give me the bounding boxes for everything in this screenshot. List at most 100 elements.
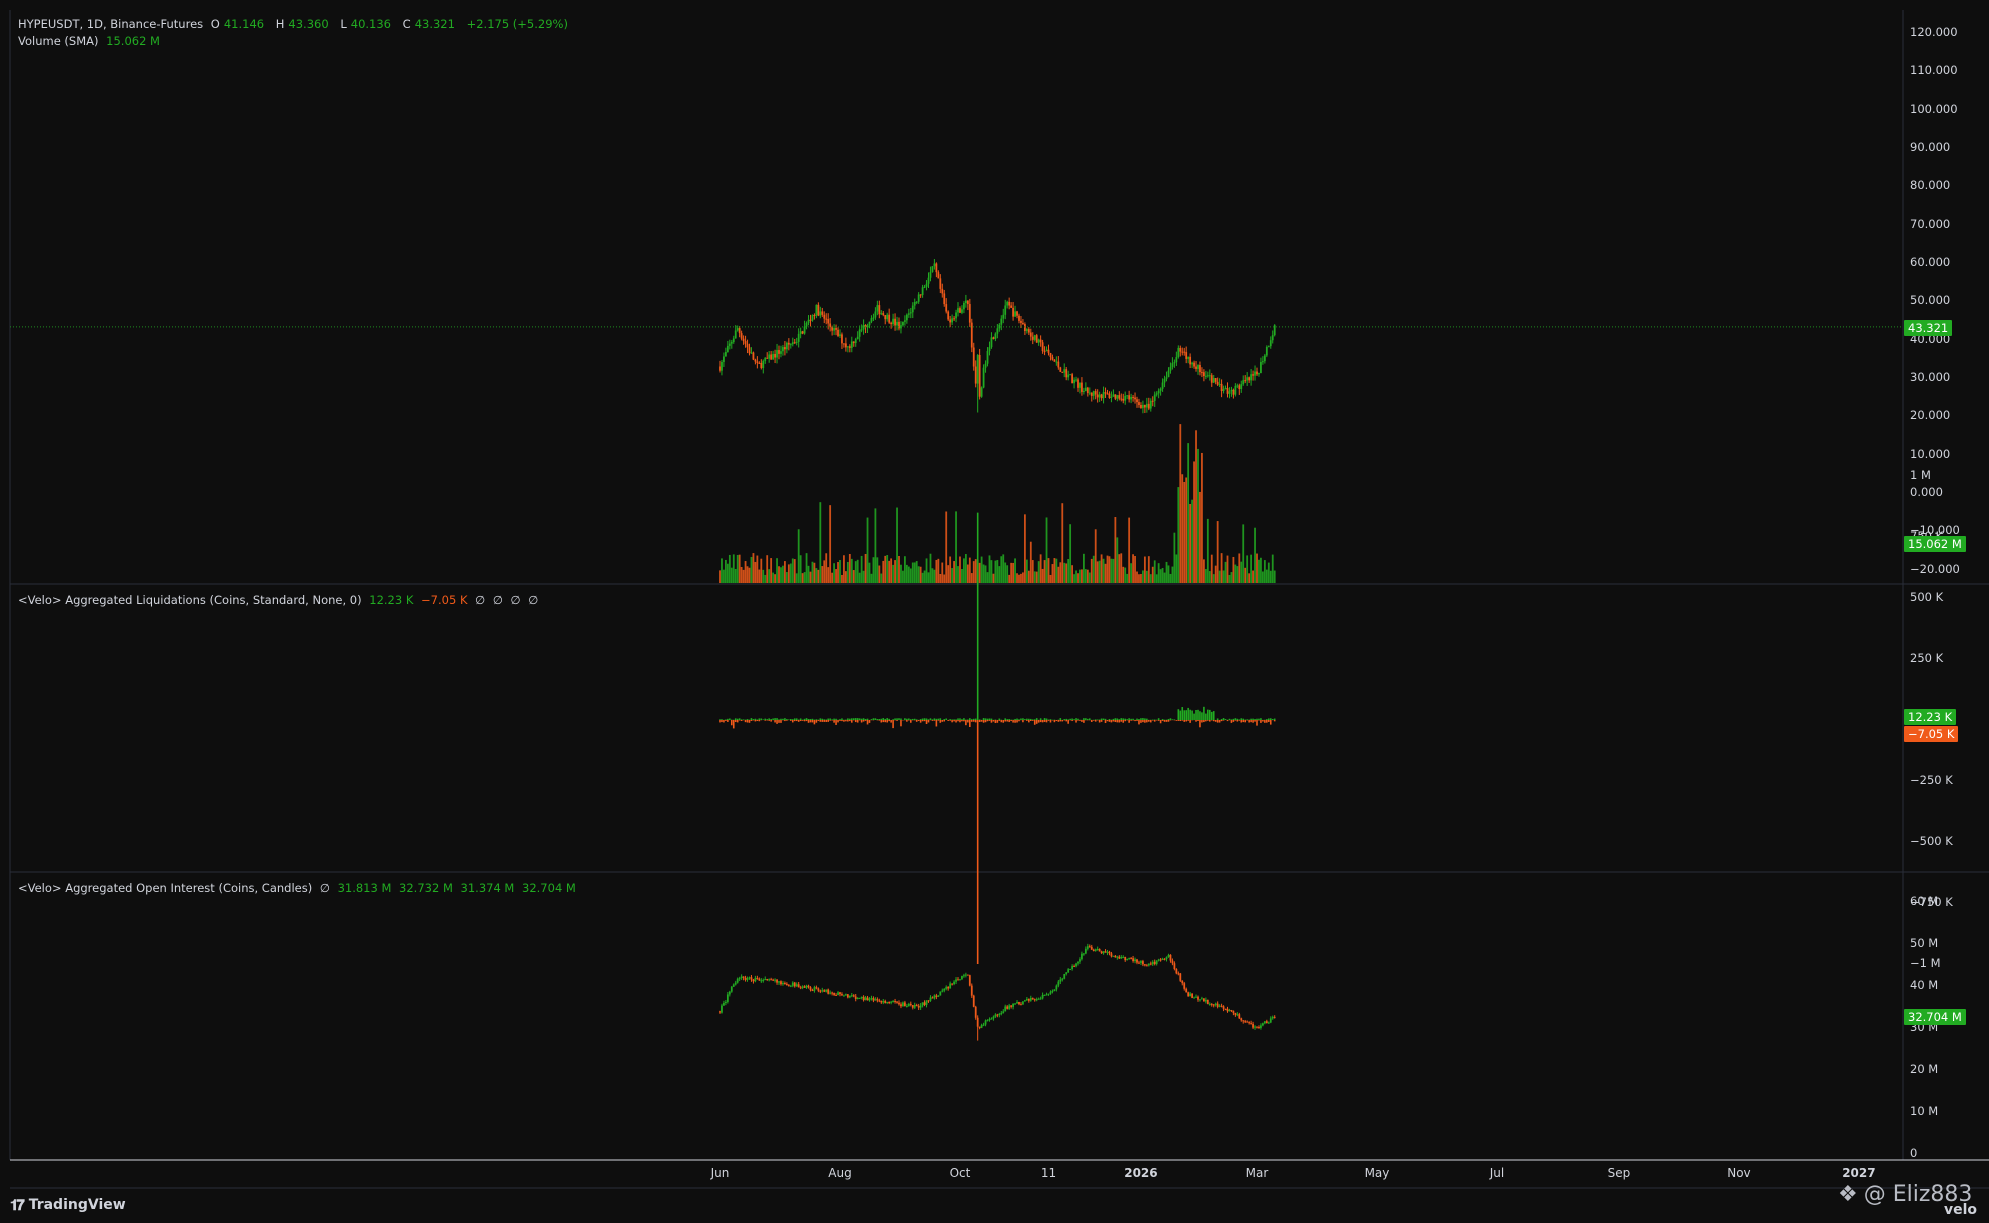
time-axis-label: 2026 [1124, 1166, 1158, 1180]
price-candle [992, 337, 995, 339]
price-candle [984, 363, 987, 368]
oi-candle [833, 992, 835, 995]
chart-canvas[interactable] [0, 0, 1989, 1223]
volume-bar [1126, 573, 1129, 583]
liquidations-title[interactable]: <Velo> Aggregated Liquidations (Coins, S… [18, 593, 362, 607]
oi-candle [905, 1006, 908, 1008]
price-candle [986, 350, 989, 364]
oi-candle [917, 1005, 920, 1008]
volume-bar [1098, 560, 1101, 583]
oi-candle [1128, 958, 1131, 960]
oi-candle [742, 976, 745, 978]
volume-bar [795, 573, 798, 583]
volume-bar [864, 553, 867, 583]
volume-bar [913, 562, 916, 583]
volume-bar [931, 568, 934, 583]
oi-candle [972, 995, 975, 1007]
volume-bar [1022, 572, 1024, 583]
price-candle [858, 329, 861, 337]
oi-candle [1258, 1027, 1260, 1029]
volume-bar [856, 559, 859, 583]
tradingview-logo[interactable]: 𝟏𝟕 TradingView [10, 1196, 126, 1214]
volume-bar [992, 573, 995, 583]
volume-bar [854, 561, 857, 583]
oi-candle [1035, 999, 1038, 1001]
oi-candle [1096, 948, 1099, 950]
volume-bar [978, 562, 981, 583]
oi-candle [734, 982, 737, 985]
oi-candle [778, 981, 780, 983]
volume-bar [1232, 556, 1235, 583]
volume-bar [791, 558, 794, 583]
oi-candle [1240, 1018, 1243, 1021]
volume-bar [1073, 574, 1075, 583]
oi-candle [974, 1006, 977, 1018]
price-candle [746, 343, 749, 348]
time-axis-label: 11 [1040, 1166, 1057, 1180]
price-candle [728, 343, 731, 346]
price-candle [723, 356, 725, 362]
oi-candle [1195, 996, 1197, 998]
open-interest-title[interactable]: <Velo> Aggregated Open Interest (Coins, … [18, 881, 312, 895]
price-candle [1033, 335, 1036, 340]
oi-candle [941, 990, 944, 992]
symbol-label[interactable]: HYPEUSDT, 1D, Binance-Futures [18, 17, 203, 31]
price-candle [943, 293, 946, 305]
volume-bar [797, 529, 800, 583]
oi-candle [1014, 1003, 1016, 1005]
oi-candle [1145, 965, 1148, 967]
oi-candle [1084, 948, 1087, 954]
oi-candle [1236, 1014, 1239, 1016]
oi-candle [1250, 1023, 1252, 1025]
volume-bar [841, 574, 843, 583]
price-candle [744, 341, 747, 344]
volume-bar [1008, 574, 1011, 583]
oi-candle [1167, 954, 1170, 958]
chart-workspace[interactable]: HYPEUSDT, 1D, Binance-Futures O 41.146 H4… [0, 0, 1989, 1223]
price-candle [1183, 351, 1186, 353]
volume-bar [1104, 563, 1107, 583]
volume-bar [1258, 559, 1260, 583]
price-candle [1004, 305, 1007, 315]
price-candle [935, 263, 938, 273]
price-candle [1248, 377, 1251, 381]
volume-bar [760, 558, 763, 583]
oi-candle [1067, 969, 1070, 973]
oi-candle [1238, 1014, 1241, 1019]
price-candle [815, 304, 818, 316]
volume-bar [1173, 532, 1176, 583]
oi-candle [1025, 998, 1028, 1001]
oi-candle [1147, 963, 1150, 966]
price-candle [876, 305, 879, 312]
oi-candle [1031, 998, 1034, 1000]
volume-bar [988, 555, 991, 583]
volume-bar [1094, 529, 1097, 583]
volume-bar [793, 559, 796, 583]
oi-candle [1222, 1006, 1225, 1009]
oi-candle [1155, 960, 1158, 965]
oi-high: 32.732 M [399, 881, 453, 895]
volume-bar [1269, 570, 1272, 583]
volume-bar [1102, 558, 1105, 583]
volume-bar [1004, 562, 1007, 583]
oi-candle [1094, 949, 1097, 951]
open-interest-tag: 32.704 M [1904, 1009, 1966, 1025]
price-candle [766, 357, 769, 359]
oi-candle [876, 999, 879, 1001]
price-candle [1151, 400, 1154, 402]
liquidations-legend: <Velo> Aggregated Liquidations (Coins, S… [18, 593, 542, 607]
oi-candle [827, 989, 830, 994]
oi-candle [1055, 985, 1058, 990]
null-value: ∅ [475, 593, 486, 607]
time-axis-label: Oct [949, 1166, 971, 1180]
volume-bar [1234, 564, 1237, 583]
oi-candle [929, 997, 932, 1001]
volume-value: 15.062 M [106, 34, 160, 48]
volume-bar [746, 566, 749, 583]
volume-bar [1069, 524, 1072, 583]
oi-candle [719, 1011, 721, 1013]
volume-label[interactable]: Volume (SMA) [18, 34, 99, 48]
volume-bar [884, 555, 887, 583]
price-candle [1104, 392, 1107, 394]
price-candle [1171, 363, 1174, 367]
